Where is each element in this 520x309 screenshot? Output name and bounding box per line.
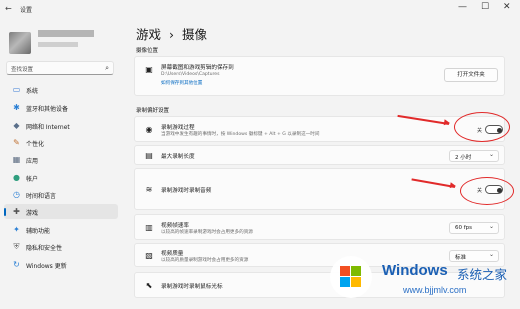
sidebar-item-2[interactable]: ◆ 网络和 Internet	[4, 118, 118, 133]
sidebar-item-7[interactable]: ✚ 游戏	[4, 204, 118, 219]
setting-subtitle: 以较高的帧速率录制游戏时会占用更多的资源	[161, 230, 253, 235]
capture-location-link[interactable]: 如何保存到其他位置	[161, 80, 202, 86]
brush-icon: ✎	[13, 138, 20, 147]
select-dropdown[interactable]: 2 小时 ⌄	[449, 150, 499, 162]
open-folder-button[interactable]: 打开文件夹	[444, 68, 498, 82]
sidebar-item-label: 应用	[26, 158, 39, 165]
title-bar: ← 设置 — ☐ ✕	[0, 0, 520, 18]
search-input[interactable]: 查找设置 ⌕	[6, 61, 114, 75]
setting-row: ▤ 最大录制长度 2 小时 ⌄	[134, 145, 505, 165]
sidebar-item-5[interactable]: ● 帐户	[4, 170, 118, 185]
sidebar-item-label: 蓝牙和其他设备	[26, 106, 69, 113]
bluetooth-icon: ✱	[13, 103, 20, 112]
shield-icon: ⛨	[13, 242, 20, 251]
chevron-down-icon: ⌄	[488, 151, 494, 158]
chevron-down-icon: ⌄	[488, 223, 494, 230]
sidebar-item-6[interactable]: ◷ 时间和语言	[4, 187, 118, 202]
user-name-blurred	[38, 30, 94, 37]
setting-subtitle: 当游戏中发生有趣的事情时，按 Windows 徽标键 + Alt + G 以录制…	[161, 132, 320, 137]
quality-icon: ▧	[145, 251, 153, 260]
sidebar-item-label: 辅助功能	[26, 228, 51, 235]
sidebar-item-label: 时间和语言	[26, 193, 57, 200]
select-value: 60 fps	[455, 225, 473, 231]
sidebar-item-3[interactable]: ✎ 个性化	[4, 135, 118, 150]
sidebar-item-label: 帐户	[26, 176, 39, 183]
back-arrow-icon[interactable]: ←	[5, 4, 12, 13]
watermark: Windows 系统之家 www.bjjmlv.com	[326, 250, 520, 309]
setting-subtitle: 以较高的质量录制游戏时会占用更多的资源	[161, 258, 249, 263]
capture-location-path: D:\Users\Videos\Captures	[161, 72, 220, 77]
avatar[interactable]	[9, 32, 31, 54]
apps-icon: ▦	[12, 155, 21, 164]
select-dropdown[interactable]: 60 fps ⌄	[449, 222, 499, 234]
update-icon: ↻	[13, 260, 20, 269]
capture-location-card: ▣ 屏幕截图和游戏剪辑的保存到 D:\Users\Videos\Captures…	[134, 56, 505, 96]
select-value: 2 小时	[455, 155, 472, 161]
page-title: 摄像	[181, 27, 207, 42]
sidebar-item-label: 隐私和安全性	[26, 245, 63, 252]
setting-row: ≋ 录制游戏时录制音频关	[134, 168, 505, 210]
timer-icon: ▤	[145, 151, 153, 160]
watermark-url: www.bjjmlv.com	[403, 285, 467, 295]
close-button[interactable]: ✕	[503, 2, 511, 12]
watermark-brand: Windows	[382, 262, 448, 279]
gamepad-icon: ✚	[13, 207, 20, 216]
sidebar-item-label: 网络和 Internet	[26, 124, 70, 131]
user-email-blurred	[38, 42, 78, 47]
maximize-button[interactable]: ☐	[481, 2, 489, 12]
sidebar-item-4[interactable]: ▦ 应用	[4, 152, 118, 167]
annotation-circle	[454, 112, 510, 142]
cursor-icon: ⬉	[145, 281, 153, 290]
sidebar-item-8[interactable]: ✦ 辅助功能	[4, 222, 118, 237]
setting-title: 视频质量	[161, 251, 184, 257]
breadcrumb-separator: ›	[169, 27, 174, 42]
setting-title: 视频帧速率	[161, 223, 189, 229]
windows-logo-icon	[340, 266, 362, 288]
audio-wave-icon: ≋	[145, 185, 153, 194]
setting-title: 录制游戏时录制音频	[161, 188, 212, 194]
sidebar-item-10[interactable]: ↻ Windows 更新	[4, 257, 118, 272]
window-title: 设置	[20, 7, 33, 14]
record-icon: ◉	[145, 125, 153, 134]
sidebar-item-label: 系统	[26, 88, 39, 95]
clock-globe-icon: ◷	[13, 190, 20, 199]
sidebar-item-label: 游戏	[26, 210, 39, 217]
annotation-circle	[460, 177, 514, 205]
sidebar-item-label: Windows 更新	[26, 263, 67, 270]
sidebar-item-label: 个性化	[26, 141, 45, 148]
sidebar-item-0[interactable]: ▭ 系统	[4, 82, 118, 97]
watermark-suffix: 系统之家	[457, 268, 508, 282]
person-icon: ●	[13, 173, 20, 182]
sidebar: 查找设置 ⌕ ▭ 系统 ✱ 蓝牙和其他设备 ◆ 网络和 Internet ✎ 个性化 ▦ 应用 ● 帐…	[0, 18, 122, 309]
monitor-icon: ▭	[12, 85, 21, 94]
setting-row: ▥ 视频帧速率 以较高的帧速率录制游戏时会占用更多的资源 60 fps ⌄	[134, 214, 505, 240]
accessibility-icon: ✦	[13, 225, 20, 234]
breadcrumb-parent[interactable]: 游戏	[136, 27, 161, 42]
breadcrumb: 游戏 › 摄像	[136, 24, 207, 43]
capture-location-title: 屏幕截图和游戏剪辑的保存到	[161, 65, 234, 71]
capture-location-section-label: 摄像位置	[136, 48, 159, 54]
recording-prefs-section-label: 录制偏好设置	[136, 108, 170, 114]
search-placeholder: 查找设置	[11, 67, 34, 73]
sidebar-item-1[interactable]: ✱ 蓝牙和其他设备	[4, 100, 118, 115]
setting-title: 最大录制长度	[161, 154, 195, 160]
search-icon: ⌕	[105, 64, 109, 72]
setting-title: 录制游戏时录制鼠标光标	[161, 284, 223, 290]
minimize-button[interactable]: —	[458, 2, 467, 12]
fps-icon: ▥	[145, 223, 153, 232]
folder-icon: ▣	[145, 65, 153, 74]
setting-title: 录制游戏过程	[161, 125, 195, 131]
selection-indicator	[4, 208, 6, 216]
sidebar-item-9[interactable]: ⛨ 隐私和安全性	[4, 239, 118, 254]
wifi-icon: ◆	[13, 121, 20, 130]
settings-window: ← 设置 — ☐ ✕ 查找设置 ⌕ ▭ 系统 ✱ 蓝牙和其他设备 ◆ 网络和 Intern…	[0, 0, 520, 309]
